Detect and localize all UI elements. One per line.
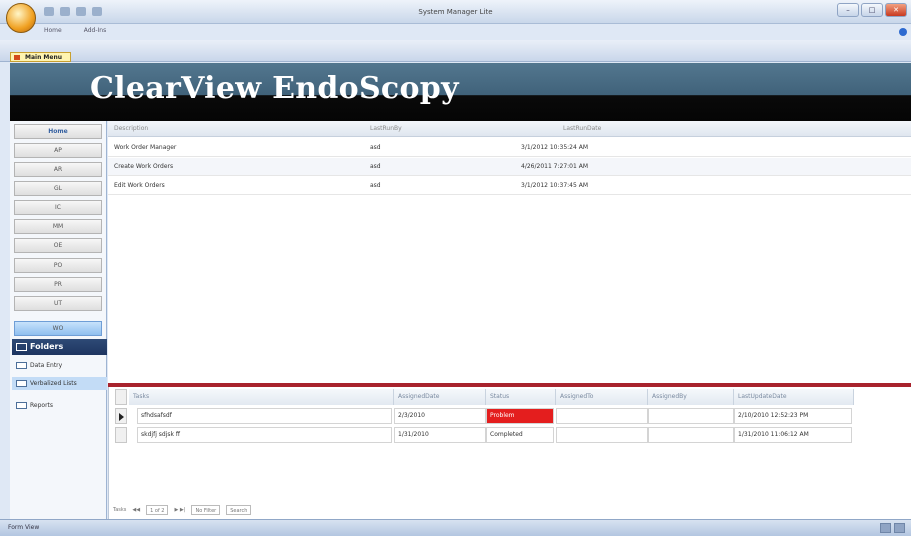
sidebar-item-home[interactable]: Home bbox=[14, 124, 102, 139]
list-header: Description LastRunBy LastRunDate bbox=[108, 121, 911, 137]
folder-item-reports[interactable]: Reports bbox=[12, 399, 107, 412]
last-update-date-cell[interactable]: 1/31/2010 11:06:12 AM bbox=[734, 427, 852, 443]
task-cell[interactable]: skdjfj sdjsk ff bbox=[137, 427, 392, 443]
column-header-status[interactable]: Status bbox=[486, 389, 556, 405]
assigned-by-cell[interactable] bbox=[648, 427, 734, 443]
list-item[interactable]: Create Work Orders asd 4/26/2011 7:27:01… bbox=[108, 158, 911, 176]
next-record-button[interactable]: ▶ ▶| bbox=[174, 505, 185, 515]
sidebar-item-ar[interactable]: AR bbox=[14, 162, 102, 177]
sidebar-item-pr[interactable]: PR bbox=[14, 277, 102, 292]
item-last-run-date: 3/1/2012 10:37:45 AM bbox=[521, 182, 588, 189]
minimize-button[interactable]: – bbox=[837, 3, 859, 17]
last-update-date-cell[interactable]: 2/10/2010 12:52:23 PM bbox=[734, 408, 852, 424]
list-item[interactable]: Work Order Manager asd 3/1/2012 10:35:24… bbox=[108, 139, 911, 157]
folder-item-label: Reports bbox=[30, 402, 54, 409]
ribbon-tab-add-ins[interactable]: Add-Ins bbox=[84, 27, 106, 34]
folders-header: Folders bbox=[12, 339, 107, 355]
status-cell[interactable]: Completed bbox=[486, 427, 554, 443]
folder-item-verbalized-lists[interactable]: Verbalized Lists bbox=[12, 377, 107, 390]
object-tab-bar bbox=[0, 40, 911, 62]
assigned-date-cell[interactable]: 2/3/2010 bbox=[394, 408, 486, 424]
record-nav-label: Tasks bbox=[113, 507, 127, 513]
folder-icon bbox=[16, 362, 27, 369]
assigned-by-cell[interactable] bbox=[648, 408, 734, 424]
item-description: Edit Work Orders bbox=[114, 182, 165, 189]
item-last-run-by: asd bbox=[370, 144, 381, 151]
folder-item-label: Data Entry bbox=[30, 362, 63, 369]
record-selector-current[interactable] bbox=[115, 408, 127, 424]
ribbon-tab-home[interactable]: Home bbox=[44, 27, 62, 34]
window-title: System Manager Lite bbox=[418, 8, 493, 16]
sidebar-item-po[interactable]: PO bbox=[14, 258, 102, 273]
sidebar-item-ap[interactable]: AP bbox=[14, 143, 102, 158]
folder-icon bbox=[16, 380, 27, 387]
window-titlebar: System Manager Lite – □ ✕ bbox=[0, 0, 911, 24]
header-banner: ClearView EndoScopy bbox=[10, 63, 911, 121]
item-last-run-date: 4/26/2011 7:27:01 AM bbox=[521, 163, 588, 170]
office-button[interactable] bbox=[6, 3, 36, 33]
assigned-date-cell[interactable]: 1/31/2010 bbox=[394, 427, 486, 443]
folder-item-label: Verbalized Lists bbox=[30, 380, 77, 387]
folder-icon bbox=[16, 343, 27, 351]
status-bar: Form View bbox=[0, 519, 911, 536]
ribbon-tabs: Home Add-Ins bbox=[44, 27, 106, 34]
page-title: ClearView EndoScopy bbox=[90, 71, 459, 106]
design-view-icon[interactable] bbox=[894, 523, 905, 533]
list-item[interactable]: Edit Work Orders asd 3/1/2012 10:37:45 A… bbox=[108, 177, 911, 195]
window-controls: – □ ✕ bbox=[837, 3, 907, 17]
column-header-assigned-date[interactable]: AssignedDate bbox=[394, 389, 486, 405]
item-last-run-date: 3/1/2012 10:35:24 AM bbox=[521, 144, 588, 151]
column-header-tasks[interactable]: Tasks bbox=[129, 389, 394, 405]
first-record-button[interactable]: ◀◀ bbox=[132, 505, 140, 515]
tasks-subform: Tasks AssignedDate Status AssignedTo Ass… bbox=[108, 387, 911, 519]
sidebar-item-ic[interactable]: IC bbox=[14, 200, 102, 215]
column-header-last-run-by[interactable]: LastRunBy bbox=[370, 125, 402, 132]
help-icon[interactable] bbox=[899, 28, 907, 36]
sidebar-item-ut[interactable]: UT bbox=[14, 296, 102, 311]
left-frame bbox=[0, 62, 10, 519]
sidebar-item-mm[interactable]: MM bbox=[14, 219, 102, 234]
view-switcher bbox=[880, 523, 905, 533]
sidebar: Home AP AR GL IC MM OE PO PR UT WO Folde… bbox=[10, 121, 107, 519]
column-header-description[interactable]: Description bbox=[114, 125, 148, 132]
assigned-to-cell[interactable] bbox=[556, 427, 648, 443]
sidebar-item-wo[interactable]: WO bbox=[14, 321, 102, 336]
record-position-input[interactable]: 1 of 2 bbox=[146, 505, 169, 515]
folder-icon bbox=[16, 402, 27, 409]
menu-items-list: Description LastRunBy LastRunDate Work O… bbox=[108, 121, 911, 383]
column-header-last-run-date[interactable]: LastRunDate bbox=[563, 125, 601, 132]
column-header-last-update-date[interactable]: LastUpdateDate bbox=[734, 389, 854, 405]
item-last-run-by: asd bbox=[370, 182, 381, 189]
record-selector[interactable] bbox=[115, 427, 127, 443]
item-last-run-by: asd bbox=[370, 163, 381, 170]
assigned-to-cell[interactable] bbox=[556, 408, 648, 424]
status-cell[interactable]: Problem bbox=[486, 408, 554, 424]
sidebar-item-oe[interactable]: OE bbox=[14, 238, 102, 253]
record-navigation-bar: Tasks ◀◀ 1 of 2 ▶ ▶| No Filter Search bbox=[113, 505, 252, 515]
status-text: Form View bbox=[8, 524, 40, 531]
folders-label: Folders bbox=[30, 342, 64, 351]
maximize-button[interactable]: □ bbox=[861, 3, 883, 17]
search-input[interactable]: Search bbox=[226, 505, 252, 515]
column-header-assigned-by[interactable]: AssignedBy bbox=[648, 389, 734, 405]
folder-item-data-entry[interactable]: Data Entry bbox=[12, 359, 107, 372]
form-view-icon[interactable] bbox=[880, 523, 891, 533]
item-description: Work Order Manager bbox=[114, 144, 177, 151]
close-button[interactable]: ✕ bbox=[885, 3, 907, 17]
item-description: Create Work Orders bbox=[114, 163, 174, 170]
sidebar-item-gl[interactable]: GL bbox=[14, 181, 102, 196]
tab-main-menu[interactable]: Main Menu bbox=[10, 52, 72, 62]
filter-indicator[interactable]: No Filter bbox=[191, 505, 221, 515]
select-all-box[interactable] bbox=[115, 389, 127, 405]
column-header-assigned-to[interactable]: AssignedTo bbox=[556, 389, 648, 405]
task-cell[interactable]: sfhdsafsdf bbox=[137, 408, 392, 424]
